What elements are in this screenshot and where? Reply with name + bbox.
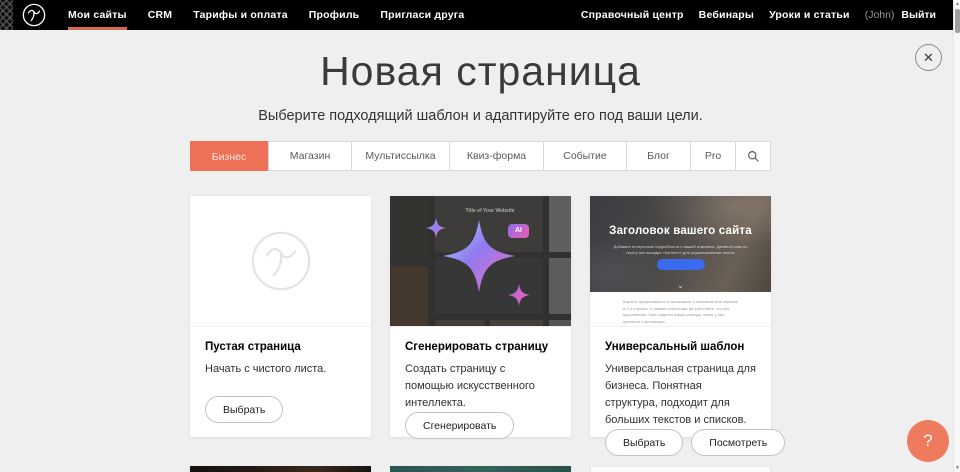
scrollbar[interactable]: ▲ ▼ bbox=[953, 0, 960, 472]
preview-button[interactable]: Посмотреть bbox=[691, 429, 785, 456]
template-thumbnail: Заголовок вашего сайта Добавьте интересн… bbox=[590, 196, 771, 327]
scroll-down-icon[interactable]: ▼ bbox=[954, 464, 960, 472]
nav-help-center[interactable]: Справочный центр bbox=[581, 0, 684, 30]
nav-invite-friend[interactable]: Пригласи друга bbox=[380, 0, 464, 30]
tab-event[interactable]: Событие bbox=[543, 142, 626, 170]
card-title: Пустая страница bbox=[205, 341, 356, 353]
nav-profile[interactable]: Профиль bbox=[309, 0, 360, 30]
card-body: Пустая страница Начать с чистого листа. … bbox=[190, 327, 371, 437]
template-cards-row2 bbox=[190, 466, 771, 472]
page-title: Новая страница bbox=[190, 48, 771, 95]
ai-thumbnail: Title of Your Website bbox=[390, 196, 571, 327]
tilda-placeholder-icon bbox=[250, 230, 312, 292]
tab-quiz-form[interactable]: Квиз-форма bbox=[449, 142, 543, 170]
topbar: Мои сайты CRM Тарифы и оплата Профиль Пр… bbox=[0, 0, 953, 30]
pattern-strip bbox=[0, 0, 13, 30]
tab-business[interactable]: Бизнес bbox=[190, 141, 268, 171]
card-actions: Сгенерировать bbox=[405, 412, 556, 439]
template-cards: Пустая страница Начать с чистого листа. … bbox=[190, 196, 771, 437]
card-body: Сгенерировать страницу Создать страницу … bbox=[390, 327, 571, 453]
scroll-thumb[interactable] bbox=[955, 9, 960, 33]
card-universal-template[interactable]: Заголовок вашего сайта Добавьте интересн… bbox=[590, 196, 771, 437]
logout-link[interactable]: Выйти bbox=[901, 9, 936, 21]
card-actions: Выбрать Посмотреть bbox=[605, 429, 756, 456]
card-blank-page[interactable]: Пустая страница Начать с чистого листа. … bbox=[190, 196, 371, 437]
tab-multilink[interactable]: Мультиссылка bbox=[351, 142, 449, 170]
template-hero-text: Добавьте интересные подробности о вашей … bbox=[610, 244, 751, 257]
nav-lessons[interactable]: Уроки и статьи bbox=[769, 0, 850, 30]
nav-webinars[interactable]: Вебинары bbox=[699, 0, 754, 30]
main-nav: Мои сайты CRM Тарифы и оплата Профиль Пр… bbox=[68, 0, 464, 30]
small-sparkle-icon bbox=[426, 218, 446, 238]
card-description: Начать с чистого листа. bbox=[205, 361, 356, 378]
card-description: Создать страницу с помощью искусственног… bbox=[405, 361, 556, 412]
card-title: Универсальный шаблон bbox=[605, 341, 756, 353]
user-block: (John) Выйти bbox=[865, 0, 936, 30]
small-sparkle-icon bbox=[508, 284, 530, 306]
template-hero: Заголовок вашего сайта Добавьте интересн… bbox=[590, 196, 771, 292]
template-body-text: Коротко представьтесь и расскажите о ком… bbox=[623, 299, 738, 325]
card-partial[interactable] bbox=[590, 466, 771, 472]
card-actions: Выбрать bbox=[205, 396, 356, 423]
tilda-logo-icon[interactable] bbox=[22, 3, 46, 27]
nav-my-sites[interactable]: Мои сайты bbox=[68, 0, 127, 30]
template-category-tabs: Бизнес Магазин Мультиссылка Квиз-форма С… bbox=[190, 141, 771, 171]
select-button[interactable]: Выбрать bbox=[605, 429, 683, 456]
card-description: Универсальная страница для бизнеса. Поня… bbox=[605, 361, 756, 429]
blank-page-thumbnail bbox=[190, 196, 371, 327]
ai-sparkle-icon bbox=[443, 220, 515, 292]
scroll-up-icon[interactable]: ▲ bbox=[954, 0, 960, 8]
template-hero-title: Заголовок вашего сайта bbox=[590, 225, 771, 237]
card-partial[interactable] bbox=[390, 466, 571, 472]
generate-button[interactable]: Сгенерировать bbox=[405, 412, 514, 439]
card-body: Универсальный шаблон Универсальная стран… bbox=[590, 327, 771, 470]
card-partial[interactable] bbox=[190, 466, 371, 472]
card-generate-ai[interactable]: Title of Your Website bbox=[390, 196, 571, 437]
tab-store[interactable]: Магазин bbox=[268, 142, 351, 170]
secondary-nav: Справочный центр Вебинары Уроки и статьи… bbox=[581, 0, 936, 30]
chevron-down-icon: ⌄ bbox=[590, 282, 771, 290]
search-icon bbox=[747, 150, 760, 163]
user-name: (John) bbox=[865, 9, 895, 21]
collage-site-title: Title of Your Website bbox=[435, 208, 545, 214]
search-tab[interactable] bbox=[735, 142, 770, 170]
close-button[interactable]: ✕ bbox=[915, 44, 942, 71]
tab-pro[interactable]: Pro bbox=[690, 142, 735, 170]
nav-crm[interactable]: CRM bbox=[148, 0, 173, 30]
page-subtitle: Выберите подходящий шаблон и адаптируйте… bbox=[190, 108, 771, 124]
help-button[interactable]: ? bbox=[907, 420, 949, 462]
select-button[interactable]: Выбрать bbox=[205, 396, 283, 423]
card-title: Сгенерировать страницу bbox=[405, 341, 556, 353]
nav-tariffs[interactable]: Тарифы и оплата bbox=[193, 0, 288, 30]
tab-blog[interactable]: Блог bbox=[626, 142, 690, 170]
new-page-modal: Новая страница Выберите подходящий шабло… bbox=[190, 30, 771, 472]
ai-badge: AI bbox=[508, 224, 529, 238]
template-hero-button bbox=[657, 259, 705, 270]
